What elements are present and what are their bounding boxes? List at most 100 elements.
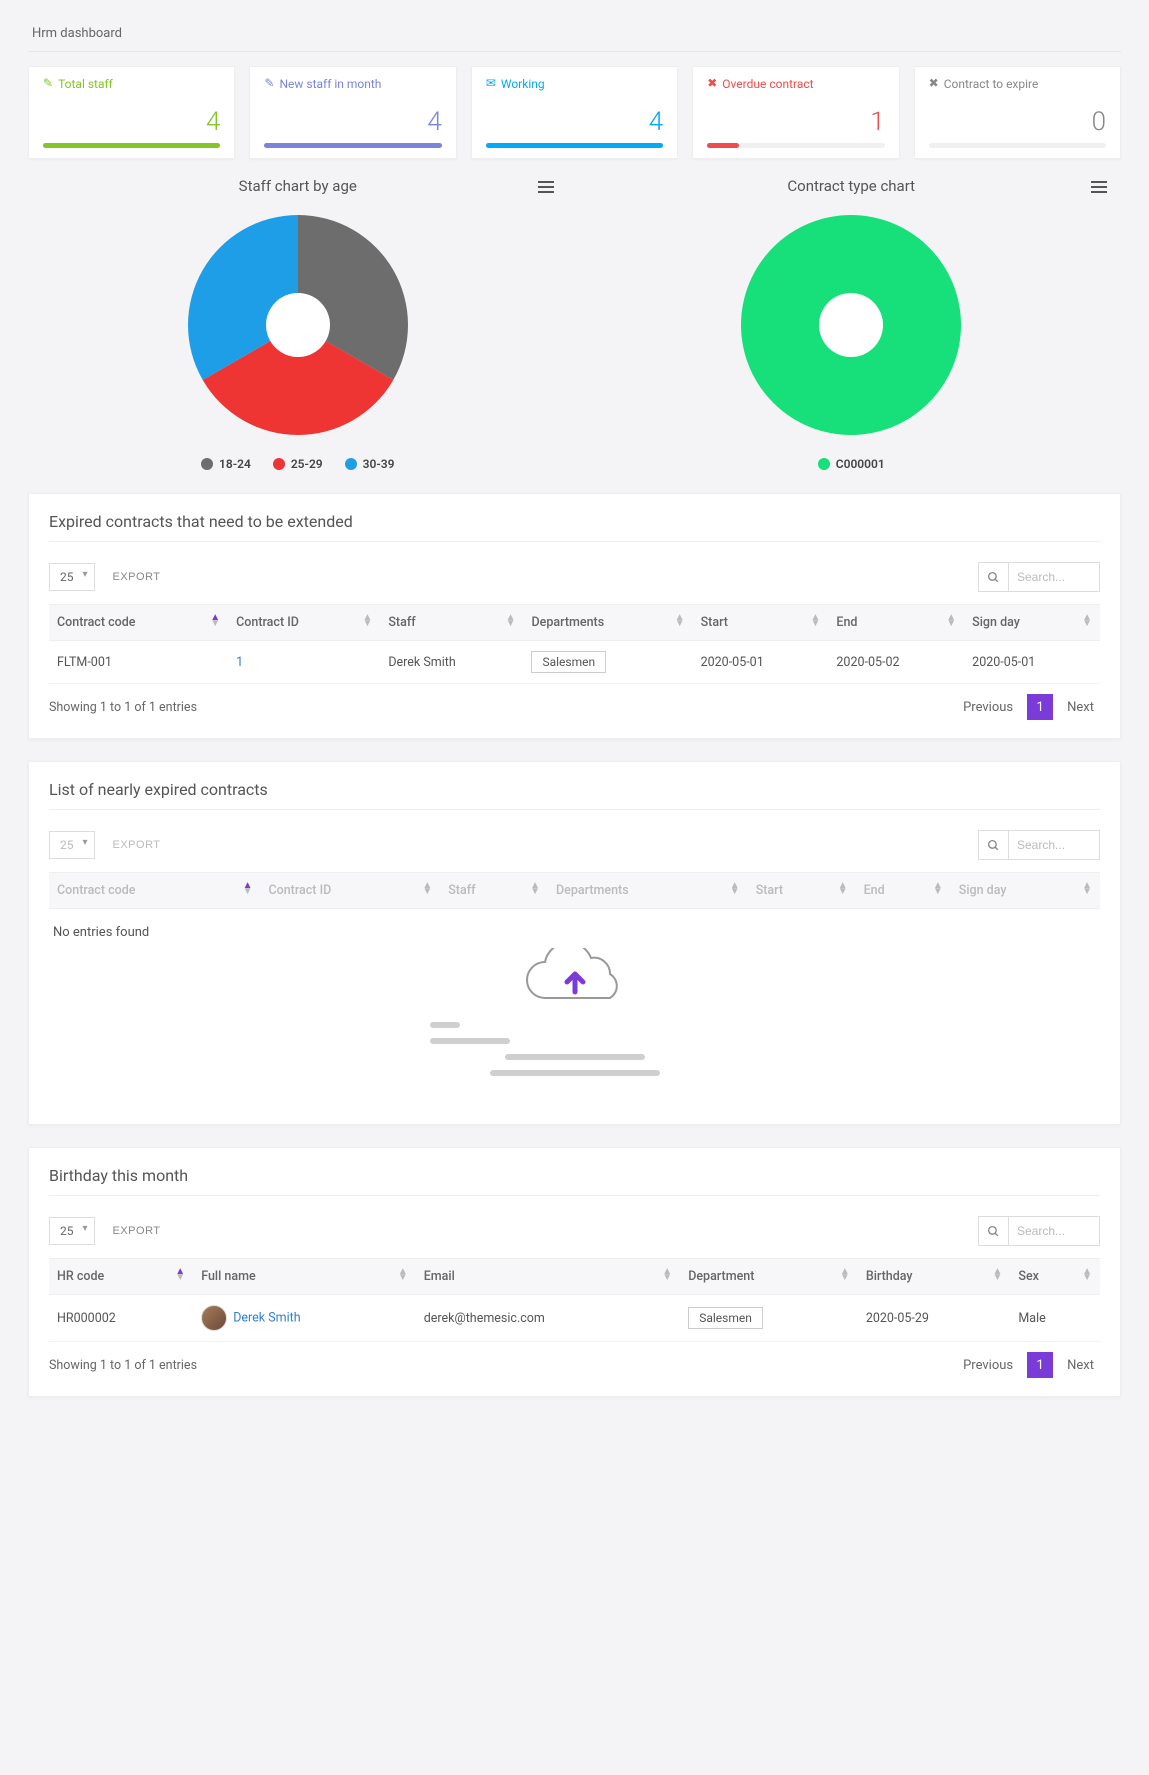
empty-illustration [49, 948, 1100, 1076]
search-input[interactable] [1009, 1224, 1099, 1238]
col-departments[interactable]: Departments▲▼ [523, 605, 692, 641]
col-email[interactable]: Email▲▼ [416, 1259, 680, 1295]
cell-hr-code: HR000002 [49, 1295, 193, 1342]
col-birthday[interactable]: Birthday▲▼ [858, 1259, 1011, 1295]
mail-icon: ✉ [486, 77, 496, 89]
chart-menu-button[interactable] [534, 177, 558, 197]
stat-expire[interactable]: ✖Contract to expire 0 [914, 66, 1121, 159]
panel-title: List of nearly expired contracts [49, 780, 1100, 810]
chart-title: Contract type chart [582, 177, 1122, 195]
nearly-table: Contract code▲▼ Contract ID▲▼ Staff▲▼ De… [49, 872, 1100, 909]
chart-contract: Contract type chart C000001 [582, 173, 1122, 471]
stat-value: 4 [264, 107, 441, 137]
cell-sign: 2020-05-01 [964, 641, 1100, 684]
donut-chart [178, 205, 418, 445]
col-end[interactable]: End▲▼ [828, 605, 964, 641]
col-sign[interactable]: Sign day▲▼ [951, 873, 1100, 909]
page-size-select[interactable]: 25 [49, 1217, 95, 1245]
contract-id-link[interactable]: 1 [236, 655, 243, 670]
stats-row: ✎Total staff 4 ✎ New staff in month 4 ✉ Wo… [28, 66, 1121, 159]
charts-row: Staff chart by age 18-24 25-29 30-39 Con… [28, 173, 1121, 471]
avatar [201, 1305, 227, 1331]
col-departments[interactable]: Departments▲▼ [548, 873, 748, 909]
panel-nearly-expired: List of nearly expired contracts 25 EXPO… [28, 761, 1121, 1125]
legend-item[interactable]: C000001 [818, 457, 885, 471]
stat-value: 1 [707, 107, 884, 137]
panel-birthday: Birthday this month 25 EXPORT HR code▲▼ … [28, 1147, 1121, 1397]
search-icon[interactable] [979, 1217, 1009, 1245]
col-contract-id[interactable]: Contract ID▲▼ [260, 873, 440, 909]
stat-value: 4 [43, 107, 220, 137]
col-department[interactable]: Department▲▼ [680, 1259, 858, 1295]
department-tag[interactable]: Salesmen [531, 651, 606, 673]
legend-item[interactable]: 18-24 [201, 457, 251, 471]
col-staff[interactable]: Staff▲▼ [380, 605, 523, 641]
cell-code: FLTM-001 [49, 641, 228, 684]
stat-value: 0 [929, 107, 1106, 137]
page-title: Hrm dashboard [28, 20, 1121, 52]
stat-working[interactable]: ✉ Working 4 [471, 66, 678, 159]
pager-next[interactable]: Next [1061, 1354, 1100, 1377]
col-sex[interactable]: Sex▲▼ [1010, 1259, 1100, 1295]
export-button[interactable]: EXPORT [113, 1225, 161, 1237]
stat-value: 4 [486, 107, 663, 137]
panel-title: Birthday this month [49, 1166, 1100, 1196]
col-full-name[interactable]: Full name▲▼ [193, 1259, 416, 1295]
table-row[interactable]: HR000002 Derek Smith derek@themesic.com … [49, 1295, 1100, 1342]
page-size-select[interactable]: 25 [49, 563, 95, 591]
page-size-select[interactable]: 25 [49, 831, 95, 859]
entries-info: Showing 1 to 1 of 1 entries [49, 700, 197, 715]
expired-table: Contract code▲▼ Contract ID▲▼ Staff▲▼ De… [49, 604, 1100, 684]
col-staff[interactable]: Staff▲▼ [440, 873, 548, 909]
search-icon[interactable] [979, 563, 1009, 591]
donut-chart [731, 205, 971, 445]
col-hr-code[interactable]: HR code▲▼ [49, 1259, 193, 1295]
pager-previous[interactable]: Previous [957, 1354, 1019, 1377]
col-sign[interactable]: Sign day▲▼ [964, 605, 1100, 641]
search-input[interactable] [1009, 570, 1099, 584]
col-contract-id[interactable]: Contract ID▲▼ [228, 605, 380, 641]
empty-message: No entries found [53, 925, 1100, 940]
col-contract-code[interactable]: Contract code▲▼ [49, 605, 228, 641]
search-icon[interactable] [979, 831, 1009, 859]
edit-icon: ✎ [264, 77, 274, 89]
staff-name-link[interactable]: Derek Smith [233, 1310, 300, 1325]
cell-birthday: 2020-05-29 [858, 1295, 1011, 1342]
stat-overdue[interactable]: ✖ Overdue contract 1 [692, 66, 899, 159]
stat-total-staff[interactable]: ✎Total staff 4 [28, 66, 235, 159]
chart-menu-button[interactable] [1087, 177, 1111, 197]
cell-staff: Derek Smith [380, 641, 523, 684]
pager-previous[interactable]: Previous [957, 696, 1019, 719]
col-end[interactable]: End▲▼ [856, 873, 951, 909]
cloud-upload-icon [515, 948, 635, 1008]
pager-page-1[interactable]: 1 [1027, 694, 1053, 720]
entries-info: Showing 1 to 1 of 1 entries [49, 1358, 197, 1373]
col-contract-code[interactable]: Contract code▲▼ [49, 873, 260, 909]
table-row[interactable]: FLTM-001 1 Derek Smith Salesmen 2020-05-… [49, 641, 1100, 684]
col-start[interactable]: Start▲▼ [748, 873, 856, 909]
chart-age: Staff chart by age 18-24 25-29 30-39 [28, 173, 568, 471]
pager-next[interactable]: Next [1061, 696, 1100, 719]
cell-sex: Male [1010, 1295, 1100, 1342]
cell-start: 2020-05-01 [693, 641, 829, 684]
legend-item[interactable]: 30-39 [345, 457, 395, 471]
birthday-table: HR code▲▼ Full name▲▼ Email▲▼ Department… [49, 1258, 1100, 1342]
col-start[interactable]: Start▲▼ [693, 605, 829, 641]
legend-item[interactable]: 25-29 [273, 457, 323, 471]
edit-icon: ✎ [43, 77, 53, 89]
stat-label: Overdue contract [722, 77, 813, 93]
stat-new-staff[interactable]: ✎ New staff in month 4 [249, 66, 456, 159]
department-tag[interactable]: Salesmen [688, 1307, 763, 1329]
stat-label: New staff in month [279, 77, 381, 93]
export-button[interactable]: EXPORT [113, 571, 161, 583]
cell-email: derek@themesic.com [416, 1295, 680, 1342]
cell-end: 2020-05-02 [828, 641, 964, 684]
export-button[interactable]: EXPORT [113, 839, 161, 851]
close-icon: ✖ [707, 77, 717, 89]
pager-page-1[interactable]: 1 [1027, 1352, 1053, 1378]
close-icon: ✖ [929, 77, 939, 89]
panel-title: Expired contracts that need to be extend… [49, 512, 1100, 542]
search-input[interactable] [1009, 838, 1099, 852]
chart-title: Staff chart by age [28, 177, 568, 195]
stat-label: Working [501, 77, 545, 93]
